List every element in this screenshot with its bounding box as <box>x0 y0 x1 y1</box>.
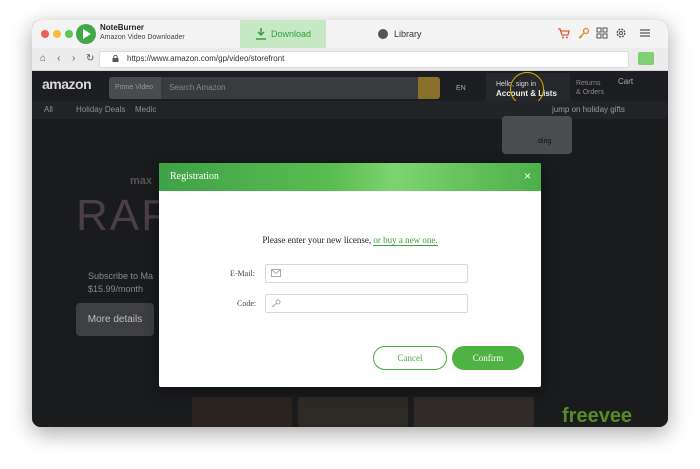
freevee-logo[interactable]: freevee <box>562 405 632 427</box>
tab-library-label: Library <box>394 29 422 39</box>
hero-brand: max <box>130 175 153 187</box>
video-tile[interactable] <box>192 397 292 427</box>
gear-icon[interactable] <box>615 27 627 39</box>
cart-label[interactable]: Cart <box>618 77 633 86</box>
mail-icon <box>271 269 281 277</box>
amazon-logo[interactable]: amazon <box>42 76 92 92</box>
registration-dialog: Registration × Please enter your new lic… <box>159 163 541 387</box>
tab-download[interactable]: Download <box>240 20 326 48</box>
more-details-button[interactable]: More details <box>76 303 154 336</box>
app-name: NoteBurner <box>100 23 145 32</box>
confirm-button[interactable]: Confirm <box>452 346 524 370</box>
key-icon[interactable] <box>578 27 590 39</box>
key-field-icon <box>271 299 281 307</box>
search-input[interactable]: Search Amazon <box>169 83 225 92</box>
dialog-close-icon[interactable]: × <box>524 170 534 182</box>
app-subtitle: Amazon Video Downloader <box>100 34 185 41</box>
cancel-button[interactable]: Cancel <box>373 346 447 370</box>
reload-icon[interactable]: ↻ <box>86 53 94 65</box>
search-button[interactable] <box>418 77 440 99</box>
lock-icon <box>112 55 119 62</box>
hero-title: RAP <box>76 191 173 240</box>
signin-popup-text: ding <box>538 138 552 145</box>
email-field[interactable] <box>265 264 468 283</box>
hero-price: $15.99/month <box>88 284 144 294</box>
url-text: https://www.amazon.com/gp/video/storefro… <box>127 54 285 63</box>
download-icon <box>256 28 266 40</box>
language-selector[interactable]: EN <box>456 85 466 92</box>
video-tile[interactable] <box>414 397 534 427</box>
url-input[interactable]: https://www.amazon.com/gp/video/storefro… <box>99 51 629 68</box>
returns-line1: Returns <box>576 80 601 87</box>
buy-license-link[interactable]: or buy a new one. <box>373 235 438 246</box>
clock-icon <box>378 29 388 39</box>
extension-icon[interactable] <box>638 52 654 65</box>
minimize-window-button[interactable] <box>53 30 61 38</box>
email-label: E-Mail: <box>230 269 255 278</box>
code-field[interactable] <box>265 294 468 313</box>
subnav-holiday-deals[interactable]: Holiday Deals <box>76 105 125 114</box>
app-logo-icon <box>76 24 96 44</box>
tab-download-label: Download <box>271 29 312 39</box>
search-category[interactable]: Prime Video <box>109 77 161 99</box>
subnav-all[interactable]: All <box>44 105 53 114</box>
address-bar: ⌂ ‹ › ↻ https://www.amazon.com/gp/video/… <box>32 48 668 71</box>
subnav-medic[interactable]: Medic <box>135 105 156 114</box>
hero-subscribe: Subscribe to Ma <box>88 271 154 281</box>
forward-icon[interactable]: › <box>72 53 75 65</box>
amazon-search: Prime Video Search Amazon <box>109 77 440 99</box>
cart-icon[interactable] <box>558 27 570 39</box>
close-window-button[interactable] <box>41 30 49 38</box>
home-icon[interactable]: ⌂ <box>40 53 46 65</box>
returns-orders[interactable]: Returns & Orders <box>576 79 604 97</box>
dialog-title: Registration <box>170 171 219 182</box>
license-prompt-text: Please enter your new license, <box>262 235 372 245</box>
signin-popup: ding <box>502 116 572 154</box>
app-window: NoteBurner Amazon Video Downloader Downl… <box>32 20 668 427</box>
video-tile[interactable] <box>298 397 408 427</box>
returns-line2: & Orders <box>576 89 605 96</box>
back-icon[interactable]: ‹ <box>57 53 60 65</box>
title-bar: NoteBurner Amazon Video Downloader Downl… <box>32 20 668 49</box>
tab-library[interactable]: Library <box>376 20 446 48</box>
zoom-window-button[interactable] <box>65 30 73 38</box>
amazon-page: amazon Prime Video Search Amazon EN Hell… <box>32 71 668 427</box>
holiday-promo[interactable]: jump on holiday gifts <box>552 105 625 114</box>
menu-icon[interactable] <box>639 27 651 39</box>
license-prompt: Please enter your new license, or buy a … <box>159 235 541 246</box>
grid-icon[interactable] <box>596 27 608 39</box>
code-label: Code: <box>237 299 257 308</box>
amazon-header: amazon Prime Video Search Amazon EN Hell… <box>32 71 668 106</box>
dialog-header: Registration × <box>159 163 541 191</box>
